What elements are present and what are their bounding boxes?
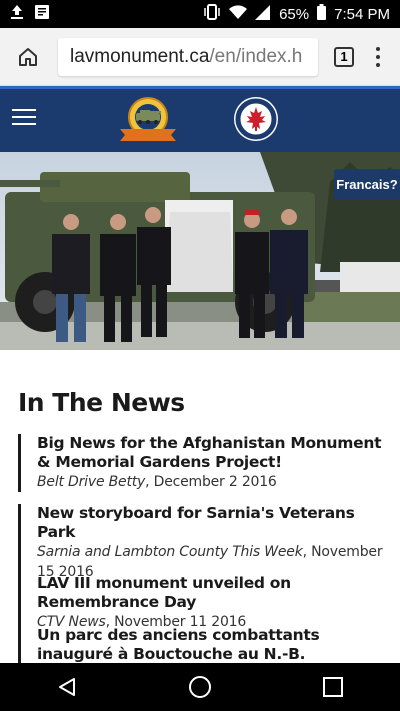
home-icon[interactable] xyxy=(6,35,50,79)
back-icon[interactable] xyxy=(37,663,97,711)
url-domain: lavmonument.ca xyxy=(70,45,210,67)
language-toggle-button[interactable]: Francais? xyxy=(334,169,400,199)
news-item-title[interactable]: LAV III monument unveiled on Remembrance… xyxy=(37,574,384,612)
tabs-icon[interactable]: 1 xyxy=(334,46,354,67)
notification-icon xyxy=(34,4,50,24)
news-item[interactable]: New storyboard for Sarnia's Veterans Par… xyxy=(18,504,384,582)
hero-image: Francais? xyxy=(0,152,400,350)
canadian-forces-logo[interactable] xyxy=(233,96,279,142)
news-item-title[interactable]: Big News for the Afghanistan Monument & … xyxy=(37,434,384,472)
lav-memorial-logo[interactable] xyxy=(118,95,178,147)
news-item-date: , December 2 2016 xyxy=(145,474,277,490)
clock: 7:54 PM xyxy=(334,5,390,23)
status-bar: 65% 7:54 PM xyxy=(0,0,400,28)
address-bar[interactable]: lavmonument.ca/en/index.h xyxy=(58,37,318,76)
vibrate-icon xyxy=(203,4,221,24)
news-item-title[interactable]: Un parc des anciens combattants inauguré… xyxy=(37,626,384,663)
recents-icon[interactable] xyxy=(303,663,363,711)
hamburger-icon[interactable] xyxy=(12,109,36,125)
news-item[interactable]: LAV III monument unveiled on Remembrance… xyxy=(18,574,384,632)
news-heading: In The News xyxy=(18,388,185,417)
news-item-meta: Belt Drive Betty, December 2 2016 xyxy=(37,472,384,492)
news-item-title[interactable]: New storyboard for Sarnia's Veterans Par… xyxy=(37,504,384,542)
news-item[interactable]: Big News for the Afghanistan Monument & … xyxy=(18,434,384,492)
overflow-menu-icon[interactable] xyxy=(368,46,388,67)
news-item-source: Belt Drive Betty xyxy=(37,474,146,490)
news-section: In The News Big News for the Afghanistan… xyxy=(0,350,400,663)
home-circle-icon[interactable] xyxy=(170,663,230,711)
battery-level: 65% xyxy=(279,5,310,23)
site-header xyxy=(0,86,400,152)
battery-icon xyxy=(317,4,327,24)
news-item-source: Sarnia and Lambton County This Week xyxy=(37,544,303,560)
system-navigation-bar xyxy=(0,663,400,711)
url-path: /en/index.h xyxy=(209,45,303,67)
wifi-icon xyxy=(229,4,248,24)
signal-icon xyxy=(255,4,271,24)
browser-toolbar: lavmonument.ca/en/index.h 1 xyxy=(0,28,400,86)
upload-icon xyxy=(10,4,24,24)
news-item[interactable]: Un parc des anciens combattants inauguré… xyxy=(18,626,384,663)
